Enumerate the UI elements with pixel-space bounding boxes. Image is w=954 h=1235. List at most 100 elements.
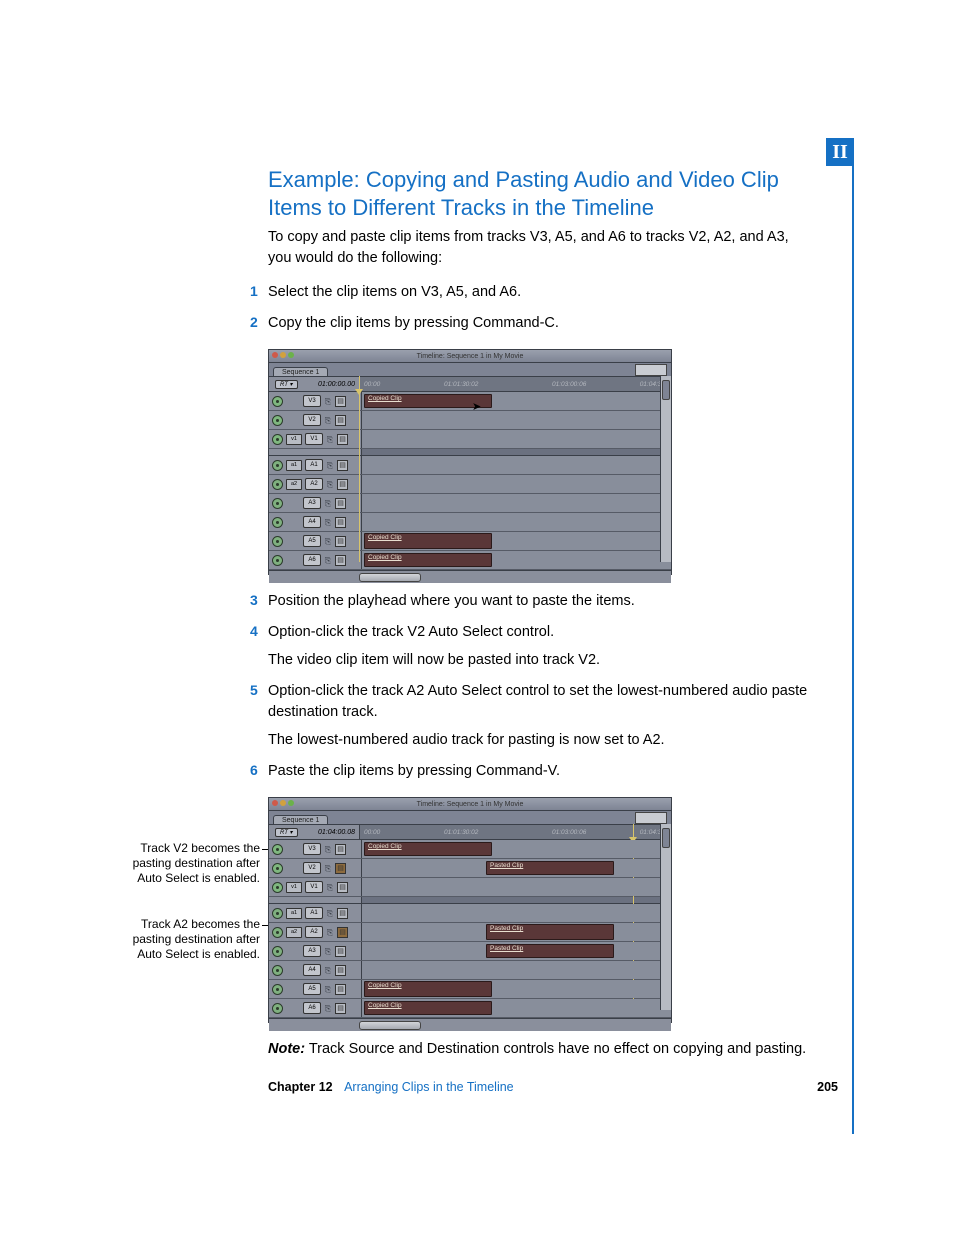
audibility-dot[interactable] <box>272 479 283 490</box>
auto-select-a2[interactable]: ▤ <box>337 479 348 490</box>
auto-select-v3[interactable]: ▤ <box>335 844 346 855</box>
visibility-dot[interactable] <box>272 863 283 874</box>
visibility-dot[interactable] <box>272 882 283 893</box>
auto-select-a1[interactable]: ▤ <box>337 908 348 919</box>
audibility-dot[interactable] <box>272 517 283 528</box>
lock-icon[interactable]: ⎘ <box>324 537 332 546</box>
source-patch-a2[interactable]: a2 <box>286 479 302 490</box>
audibility-dot[interactable] <box>272 498 283 509</box>
lock-icon[interactable]: ⎘ <box>324 416 332 425</box>
auto-select-a5[interactable]: ▤ <box>335 984 346 995</box>
playhead[interactable] <box>359 376 360 562</box>
lane-a6[interactable]: Copied Clip <box>362 999 671 1017</box>
track-label-a5[interactable]: A5 <box>303 535 321 547</box>
auto-select-v3[interactable]: ▤ <box>335 396 346 407</box>
track-label-a2[interactable]: A2 <box>305 926 323 938</box>
track-label-a3[interactable]: A3 <box>303 497 321 509</box>
clip-pasted[interactable]: Pasted Clip <box>486 944 614 958</box>
lock-icon[interactable]: ⎘ <box>324 947 332 956</box>
lock-icon[interactable]: ⎘ <box>324 966 332 975</box>
audibility-dot[interactable] <box>272 536 283 547</box>
lane-v1[interactable] <box>362 430 671 448</box>
audibility-dot[interactable] <box>272 946 283 957</box>
track-label-a1[interactable]: A1 <box>305 459 323 471</box>
track-label-a6[interactable]: A6 <box>303 554 321 566</box>
audibility-dot[interactable] <box>272 555 283 566</box>
lane-a1[interactable] <box>362 456 671 474</box>
track-label-a6[interactable]: A6 <box>303 1002 321 1014</box>
lane-a1[interactable] <box>362 904 671 922</box>
track-label-a4[interactable]: A4 <box>303 516 321 528</box>
source-patch-v1[interactable]: v1 <box>286 882 302 893</box>
audibility-dot[interactable] <box>272 460 283 471</box>
lock-icon[interactable]: ⎘ <box>326 928 334 937</box>
track-label-v2[interactable]: V2 <box>303 414 321 426</box>
visibility-dot[interactable] <box>272 396 283 407</box>
clip-pasted[interactable]: Pasted Clip <box>486 924 614 940</box>
clip-copied[interactable]: Copied Clip <box>364 533 492 549</box>
auto-select-a3[interactable]: ▤ <box>335 498 346 509</box>
lane-a4[interactable] <box>362 961 671 979</box>
clip-copied[interactable]: Copied Clip <box>364 842 492 856</box>
source-patch-a2[interactable]: a2 <box>286 927 302 938</box>
lane-v3[interactable]: Copied Clip ➤ <box>362 392 671 410</box>
lane-v2[interactable] <box>362 411 671 429</box>
audibility-dot[interactable] <box>272 984 283 995</box>
lock-icon[interactable]: ⎘ <box>326 461 334 470</box>
zoom-slider[interactable] <box>359 573 421 582</box>
lock-icon[interactable]: ⎘ <box>324 499 332 508</box>
sequence-tab[interactable]: Sequence 1 <box>273 367 328 376</box>
zoom-slider[interactable] <box>359 1021 421 1030</box>
auto-select-v2[interactable]: ▤ <box>335 863 346 874</box>
lane-v1[interactable] <box>362 878 671 896</box>
lock-icon[interactable]: ⎘ <box>324 518 332 527</box>
source-patch-a1[interactable]: a1 <box>286 908 302 919</box>
vertical-scrollbar[interactable] <box>660 376 671 562</box>
time-ruler[interactable]: 00:00 01:01:30:02 01:03:00:06 01:04:30 <box>360 377 671 391</box>
layout-chip-icon[interactable] <box>635 812 667 824</box>
lane-a3[interactable]: Pasted Clip <box>362 942 671 960</box>
lane-a4[interactable] <box>362 513 671 531</box>
source-patch-a1[interactable]: a1 <box>286 460 302 471</box>
auto-select-v1[interactable]: ▤ <box>337 434 348 445</box>
layout-chip-icon[interactable] <box>635 364 667 376</box>
source-patch-v1[interactable]: v1 <box>286 434 302 445</box>
auto-select-a6[interactable]: ▤ <box>335 555 346 566</box>
auto-select-v2[interactable]: ▤ <box>335 415 346 426</box>
visibility-dot[interactable] <box>272 434 283 445</box>
auto-select-a4[interactable]: ▤ <box>335 965 346 976</box>
lane-a3[interactable] <box>362 494 671 512</box>
lock-icon[interactable]: ⎘ <box>324 556 332 565</box>
audibility-dot[interactable] <box>272 927 283 938</box>
lane-a2[interactable] <box>362 475 671 493</box>
lane-a5[interactable]: Copied Clip <box>362 532 671 550</box>
track-label-v1[interactable]: V1 <box>305 433 323 445</box>
track-label-a4[interactable]: A4 <box>303 964 321 976</box>
lane-v3[interactable]: Copied Clip <box>362 840 671 858</box>
lock-icon[interactable]: ⎘ <box>324 845 332 854</box>
track-label-v2[interactable]: V2 <box>303 862 321 874</box>
clip-copied[interactable]: Copied Clip <box>364 981 492 997</box>
clip-copied[interactable]: Copied Clip <box>364 553 492 567</box>
lane-v2[interactable]: Pasted Clip <box>362 859 671 877</box>
lane-a5[interactable]: Copied Clip <box>362 980 671 998</box>
audibility-dot[interactable] <box>272 965 283 976</box>
sequence-tab[interactable]: Sequence 1 <box>273 815 328 824</box>
lane-a6[interactable]: Copied Clip <box>362 551 671 569</box>
track-label-a1[interactable]: A1 <box>305 907 323 919</box>
lane-a2[interactable]: Pasted Clip <box>362 923 671 941</box>
lock-icon[interactable]: ⎘ <box>324 397 332 406</box>
auto-select-a1[interactable]: ▤ <box>337 460 348 471</box>
track-label-a2[interactable]: A2 <box>305 478 323 490</box>
lock-icon[interactable]: ⎘ <box>324 985 332 994</box>
lock-icon[interactable]: ⎘ <box>324 1004 332 1013</box>
track-label-v3[interactable]: V3 <box>303 843 321 855</box>
auto-select-a2[interactable]: ▤ <box>337 927 348 938</box>
auto-select-a3[interactable]: ▤ <box>335 946 346 957</box>
track-label-a3[interactable]: A3 <box>303 945 321 957</box>
track-label-v1[interactable]: V1 <box>305 881 323 893</box>
auto-select-v1[interactable]: ▤ <box>337 882 348 893</box>
lock-icon[interactable]: ⎘ <box>326 883 334 892</box>
visibility-dot[interactable] <box>272 415 283 426</box>
audibility-dot[interactable] <box>272 908 283 919</box>
